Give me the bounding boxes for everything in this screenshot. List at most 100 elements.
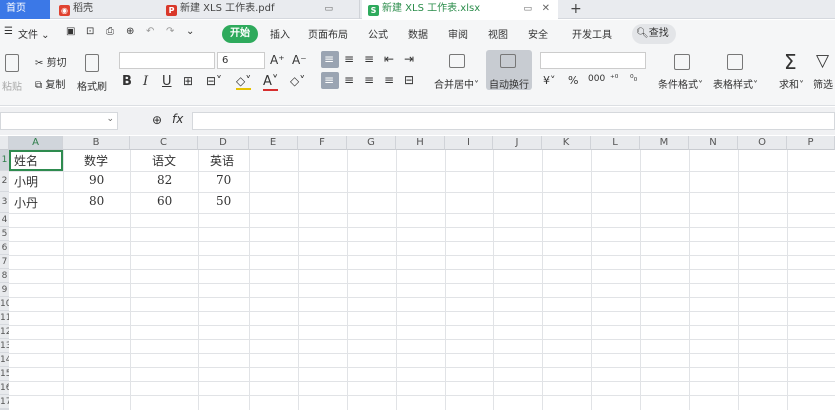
col-header-n[interactable]: N — [689, 136, 738, 150]
format-painter-button[interactable]: 格式刷 — [77, 78, 107, 93]
row-header-17[interactable]: 17 — [0, 395, 9, 409]
paste-icon[interactable] — [5, 54, 19, 72]
col-header-o[interactable]: O — [738, 136, 787, 150]
col-header-f[interactable]: F — [298, 136, 347, 150]
decrease-decimal-icon[interactable]: ⁰₀ — [630, 74, 637, 84]
col-header-m[interactable]: M — [640, 136, 689, 150]
row-header-10[interactable]: 10 — [0, 297, 9, 311]
col-header-a[interactable]: A — [9, 136, 63, 150]
cell-b1[interactable]: 数学 — [84, 152, 108, 169]
indent-decrease-icon[interactable]: ⇤ — [384, 52, 394, 66]
tab-home[interactable]: 首页 — [0, 0, 50, 19]
spreadsheet-grid[interactable]: A B C D E F G H I J K L M N O P 1 2 3 4 … — [0, 136, 835, 410]
conditional-format-icon[interactable] — [674, 54, 690, 70]
copy-button[interactable]: ⧉ 复制 — [35, 76, 65, 91]
tab-daoke[interactable]: ◉ 稻壳 — [53, 0, 153, 19]
cell-d2[interactable]: 70 — [216, 173, 231, 187]
row-header-5[interactable]: 5 — [0, 227, 9, 241]
increase-decimal-icon[interactable]: ⁺⁰ — [610, 74, 618, 84]
print-icon[interactable]: ⎙ — [106, 26, 114, 37]
row-header-6[interactable]: 6 — [0, 241, 9, 255]
menu-file[interactable]: 文件 ⌄ — [18, 26, 50, 41]
paste-button[interactable]: 粘贴 — [2, 78, 22, 93]
formula-input[interactable] — [192, 112, 835, 130]
align-bottom-icon[interactable]: ≡ — [364, 52, 374, 66]
col-header-c[interactable]: C — [130, 136, 198, 150]
col-header-d[interactable]: D — [198, 136, 249, 150]
thousands-icon[interactable]: 000 — [588, 74, 605, 84]
preview-icon[interactable]: ⊕ — [126, 26, 134, 37]
cell-b3[interactable]: 80 — [89, 194, 104, 208]
menu-formula[interactable]: 公式 — [368, 26, 388, 41]
close-icon[interactable]: ✕ — [542, 0, 550, 18]
col-header-l[interactable]: L — [591, 136, 640, 150]
col-header-b[interactable]: B — [63, 136, 130, 150]
align-right-icon[interactable]: ≡ — [364, 73, 374, 87]
fill-color-icon[interactable]: ◇˅ — [236, 74, 252, 90]
sum-button[interactable]: 求和˅ — [779, 76, 804, 91]
cell-b2[interactable]: 90 — [89, 173, 104, 187]
hamburger-icon[interactable]: ☰ — [4, 26, 13, 37]
italic-icon[interactable]: I — [143, 74, 148, 89]
cell-c2[interactable]: 82 — [157, 173, 172, 187]
row-header-4[interactable]: 4 — [0, 213, 9, 227]
row-header-11[interactable]: 11 — [0, 311, 9, 325]
col-header-g[interactable]: G — [347, 136, 396, 150]
percent-icon[interactable]: % — [568, 74, 578, 87]
menu-start[interactable]: 开始 — [222, 25, 258, 43]
clear-format-icon[interactable]: ◇˅ — [290, 74, 305, 88]
bold-icon[interactable]: B — [122, 74, 132, 89]
align-middle-icon[interactable]: ≡ — [344, 52, 354, 66]
distributed-icon[interactable]: ⊟ — [404, 73, 414, 87]
merge-center-button[interactable]: 合并居中˅ — [434, 76, 479, 91]
menu-review[interactable]: 审阅 — [448, 26, 468, 41]
redo-icon[interactable]: ↷ — [166, 26, 174, 37]
font-size-select[interactable]: 6 — [217, 52, 265, 69]
row-header-3[interactable]: 3 — [0, 192, 9, 213]
table-style-button[interactable]: 表格样式˅ — [713, 76, 758, 91]
format-painter-icon[interactable] — [85, 54, 99, 72]
currency-icon[interactable]: ¥˅ — [543, 74, 556, 87]
select-all-corner[interactable] — [0, 136, 9, 150]
menu-data[interactable]: 数据 — [408, 26, 428, 41]
menu-insert[interactable]: 插入 — [270, 26, 290, 41]
menu-layout[interactable]: 页面布局 — [308, 26, 348, 41]
window-icon[interactable]: ▭ — [324, 0, 333, 18]
menu-security[interactable]: 安全 — [528, 26, 548, 41]
number-format-select[interactable] — [540, 52, 646, 69]
col-header-e[interactable]: E — [249, 136, 298, 150]
zoom-icon[interactable]: ⊕ — [152, 113, 162, 127]
increase-font-icon[interactable]: A⁺ — [270, 53, 285, 67]
col-header-h[interactable]: H — [396, 136, 445, 150]
tab-pdf[interactable]: P 新建 XLS 工作表.pdf ▭ — [160, 0, 360, 19]
window-icon[interactable]: ▭ — [523, 0, 532, 18]
row-header-12[interactable]: 12 — [0, 325, 9, 339]
row-header-1[interactable]: 1 — [0, 150, 9, 171]
cell-a2[interactable]: 小明 — [14, 173, 38, 190]
align-center-icon[interactable]: ≡ — [344, 73, 354, 87]
font-name-select[interactable] — [119, 52, 215, 69]
menu-view[interactable]: 视图 — [488, 26, 508, 41]
more-icon[interactable]: ⌄ — [186, 26, 194, 37]
cell-a3[interactable]: 小丹 — [14, 194, 38, 211]
row-header-16[interactable]: 16 — [0, 381, 9, 395]
col-header-k[interactable]: K — [542, 136, 591, 150]
row-header-2[interactable]: 2 — [0, 171, 9, 192]
col-header-i[interactable]: I — [445, 136, 493, 150]
table-style-icon[interactable] — [727, 54, 743, 70]
name-box[interactable]: ⌄ — [0, 112, 118, 130]
col-header-p[interactable]: P — [787, 136, 835, 150]
merge-center-icon[interactable] — [449, 54, 465, 68]
indent-increase-icon[interactable]: ⇥ — [404, 52, 414, 66]
decrease-font-icon[interactable]: A⁻ — [292, 53, 307, 67]
cut-button[interactable]: ✂ 剪切 — [35, 54, 67, 69]
sum-icon[interactable]: Σ — [784, 50, 797, 74]
tab-xlsx[interactable]: S 新建 XLS 工作表.xlsx ▭ ✕ — [362, 0, 558, 19]
fx-button[interactable]: fx — [172, 112, 183, 126]
cell-d3[interactable]: 50 — [216, 194, 231, 208]
cell-border-icon[interactable]: ⊟˅ — [206, 74, 222, 88]
font-color-icon[interactable]: A˅ — [263, 74, 279, 91]
new-tab-button[interactable]: + — [564, 0, 588, 19]
save-icon[interactable]: ▣ — [66, 26, 75, 37]
row-header-14[interactable]: 14 — [0, 353, 9, 367]
